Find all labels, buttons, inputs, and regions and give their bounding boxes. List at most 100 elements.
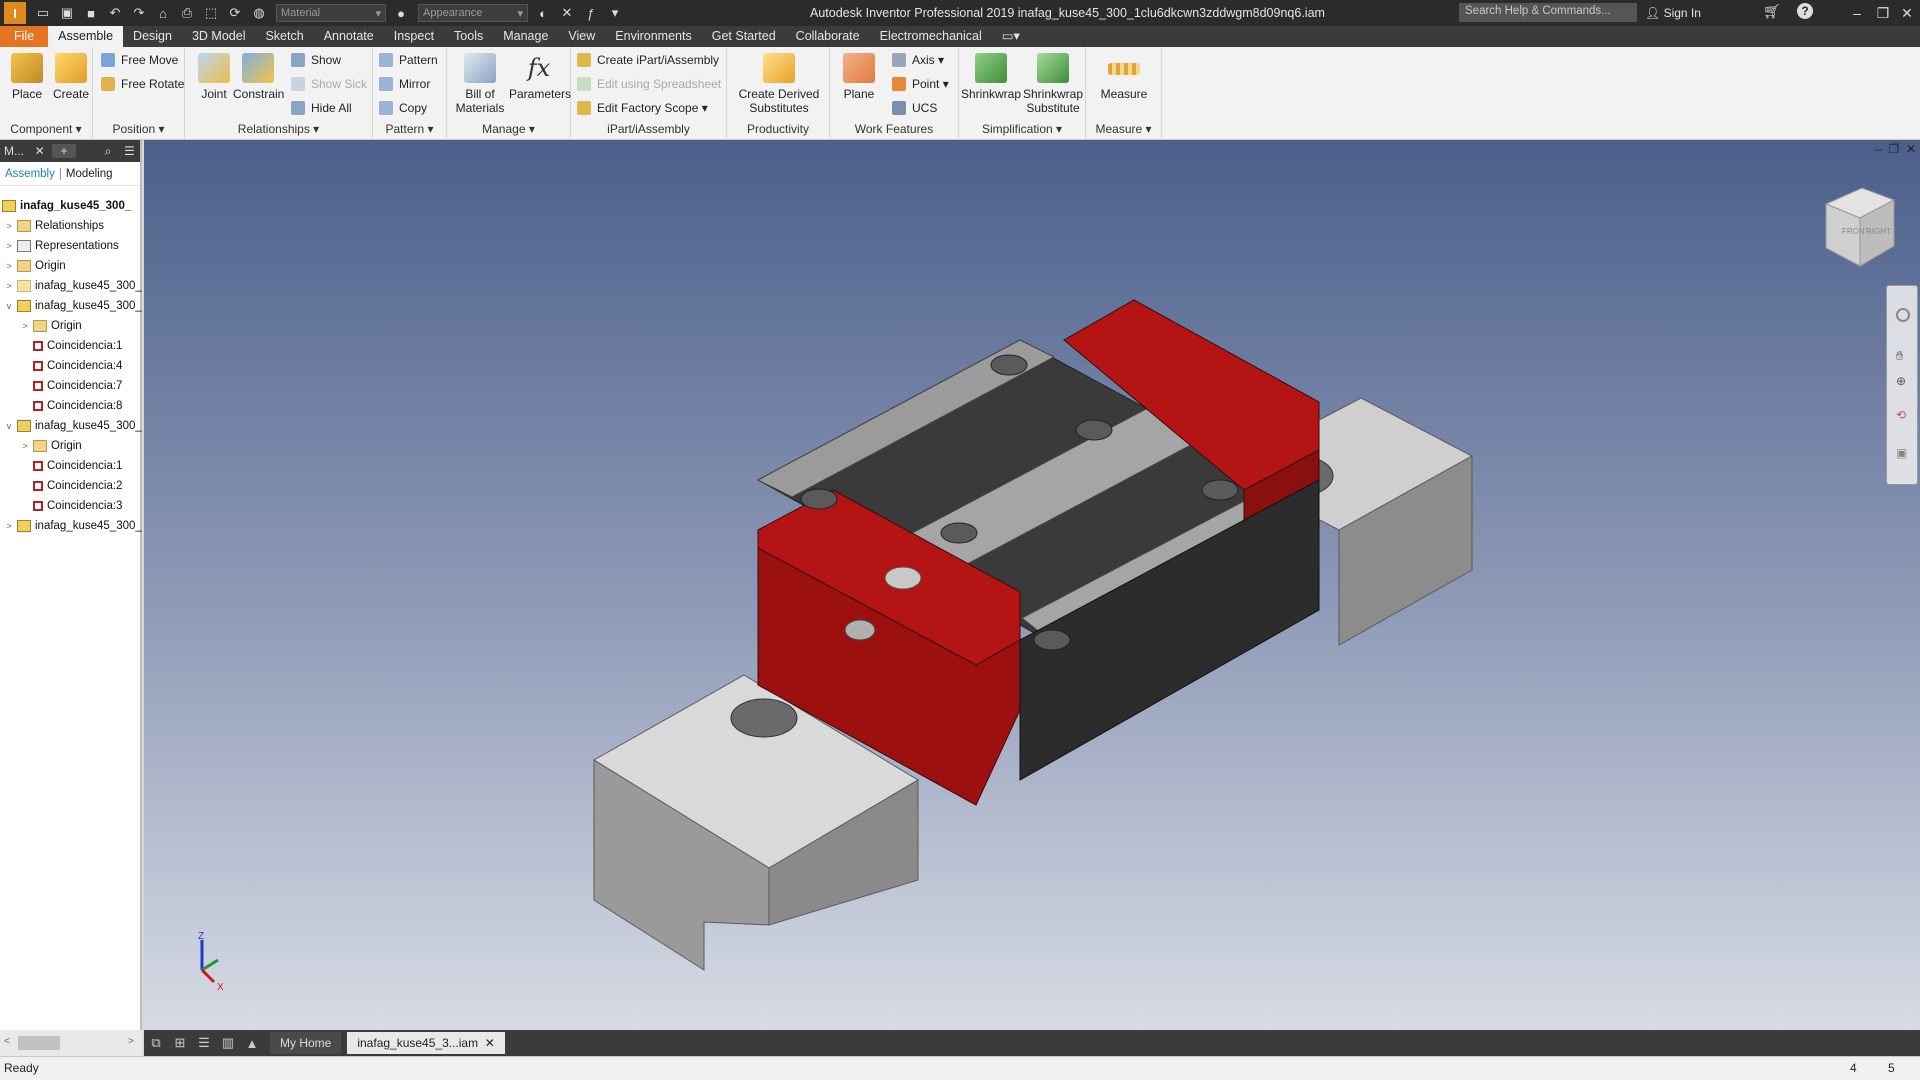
panel-title-manage[interactable]: Manage ▾ xyxy=(447,122,570,138)
tab-design[interactable]: Design xyxy=(123,26,182,47)
close-icon[interactable]: ✕ xyxy=(31,144,48,158)
ucs-button[interactable]: UCS xyxy=(892,98,937,118)
edit-spreadsheet-button[interactable]: Edit using Spreadsheet xyxy=(577,74,721,94)
panel-title-simplification[interactable]: Simplification ▾ xyxy=(959,122,1085,138)
tab-view[interactable]: View xyxy=(558,26,605,47)
clear-icon[interactable]: ✕ xyxy=(556,3,578,23)
tree-item-representations[interactable]: > Representations xyxy=(4,236,119,256)
help-icon[interactable]: ? xyxy=(1797,3,1813,19)
tree-item-constraint[interactable]: Coincidencia:4 xyxy=(33,356,122,376)
tab-inspect[interactable]: Inspect xyxy=(384,26,444,47)
tree-item-origin[interactable]: > Origin xyxy=(20,436,82,456)
tree-item-constraint[interactable]: Coincidencia:1 xyxy=(33,456,122,476)
axis-button[interactable]: Axis ▾ xyxy=(892,50,944,70)
pattern-button[interactable]: Pattern xyxy=(379,50,438,70)
show-sick-button[interactable]: Show Sick xyxy=(291,74,367,94)
tab-sketch[interactable]: Sketch xyxy=(255,26,313,47)
search-icon[interactable]: ⌕ xyxy=(98,144,119,159)
steering-wheel-icon[interactable] xyxy=(1896,308,1910,322)
tab-active-document[interactable]: inafag_kuse45_3...iam ✕ xyxy=(347,1032,505,1054)
web-icon[interactable]: ◍ xyxy=(248,3,270,23)
fx-icon[interactable]: ƒ xyxy=(580,3,602,23)
tree-item-part-1[interactable]: > inafag_kuse45_300_ xyxy=(4,276,142,296)
tree-item-constraint[interactable]: Coincidencia:3 xyxy=(33,496,122,516)
chevron-right-icon[interactable]: > xyxy=(4,256,14,276)
search-help-input[interactable]: Search Help & Commands... xyxy=(1459,3,1637,22)
copy-button[interactable]: Copy xyxy=(379,98,427,118)
tree-item-constraint[interactable]: Coincidencia:8 xyxy=(33,396,122,416)
add-tab-icon[interactable]: + xyxy=(52,144,76,158)
inventor-logo-icon[interactable]: I xyxy=(4,2,26,24)
place-button[interactable]: Place xyxy=(2,51,52,121)
appearance-icon[interactable]: ● xyxy=(390,3,412,23)
update-icon[interactable]: ⟳ xyxy=(224,3,246,23)
show-button[interactable]: Show xyxy=(291,50,341,70)
tile-icon[interactable]: ⊞ xyxy=(168,1035,192,1051)
panel-title-measure[interactable]: Measure ▾ xyxy=(1086,122,1161,138)
plane-button[interactable]: Plane xyxy=(834,51,884,121)
chevron-right-icon[interactable]: > xyxy=(20,316,30,336)
create-derived-substitutes-button[interactable]: Create Derived Substitutes xyxy=(735,51,823,121)
ribbon-display-options-icon[interactable]: ▭▾ xyxy=(992,26,1030,47)
look-at-icon[interactable]: ▣ xyxy=(1896,446,1907,460)
tab-modeling[interactable]: Modeling xyxy=(66,168,113,180)
home-icon[interactable]: ⌂ xyxy=(152,3,174,23)
tile-horizontal-icon[interactable]: ☰ xyxy=(192,1035,216,1051)
orbit-icon[interactable]: ⟲ xyxy=(1896,408,1906,422)
panel-title-relationships[interactable]: Relationships ▾ xyxy=(185,122,372,138)
tab-tools[interactable]: Tools xyxy=(444,26,493,47)
shrinkwrap-substitute-button[interactable]: Shrinkwrap Substitute xyxy=(1021,51,1085,121)
scroll-left-icon[interactable]: < xyxy=(4,1036,10,1047)
close-icon[interactable]: ✕ xyxy=(485,1036,495,1050)
chevron-down-icon[interactable]: v xyxy=(4,416,14,436)
scroll-right-icon[interactable]: > xyxy=(128,1036,134,1047)
scroll-thumb[interactable] xyxy=(18,1036,60,1050)
tab-my-home[interactable]: My Home xyxy=(270,1032,342,1054)
panel-title-pattern[interactable]: Pattern ▾ xyxy=(373,122,446,138)
close-icon[interactable]: ✕ xyxy=(1892,0,1920,26)
arrange-up-icon[interactable]: ▲ xyxy=(240,1036,264,1051)
zoom-icon[interactable]: ⊕ xyxy=(1896,374,1906,388)
tab-get-started[interactable]: Get Started xyxy=(702,26,786,47)
chevron-right-icon[interactable]: > xyxy=(4,276,14,296)
tree-item-constraint[interactable]: Coincidencia:1 xyxy=(33,336,122,356)
browser-scrollbar[interactable]: < > xyxy=(0,1030,142,1056)
material-combo[interactable]: Material ▾ xyxy=(276,4,386,22)
tree-item-part-2[interactable]: v inafag_kuse45_300_ xyxy=(4,296,142,316)
customize-qat-icon[interactable]: ▾ xyxy=(604,3,626,23)
cart-icon[interactable]: 🛒︎ xyxy=(1763,3,1781,20)
open-file-icon[interactable]: ▣ xyxy=(56,3,78,23)
tree-item-part-4[interactable]: > inafag_kuse45_300_ xyxy=(4,516,142,536)
panel-title-position[interactable]: Position ▾ xyxy=(93,122,184,138)
cascade-icon[interactable]: ⧉ xyxy=(144,1035,168,1051)
tab-assembly[interactable]: Assembly xyxy=(5,168,55,180)
chevron-right-icon[interactable]: > xyxy=(4,216,14,236)
tree-root[interactable]: inafag_kuse45_300_ xyxy=(2,196,131,216)
new-file-icon[interactable]: ▭ xyxy=(32,3,54,23)
sign-in-button[interactable]: 👤︎ Sign In xyxy=(1645,3,1701,23)
graphics-viewport[interactable]: – ❐ ✕ FRONT RIGHT ✋︎ ⊕ ⟲ ▣ Z X xyxy=(144,140,1920,1030)
measure-button[interactable]: Measure xyxy=(1096,51,1152,121)
pan-icon[interactable]: ✋︎ xyxy=(1896,348,1903,364)
free-rotate-button[interactable]: Free Rotate xyxy=(101,74,184,94)
tab-file[interactable]: File xyxy=(0,26,49,47)
appearance-combo[interactable]: Appearance ▾ xyxy=(418,4,528,22)
edit-factory-scope-button[interactable]: Edit Factory Scope ▾ xyxy=(577,98,708,118)
save-icon[interactable]: ■ xyxy=(80,3,102,23)
bill-of-materials-button[interactable]: Bill of Materials xyxy=(451,51,509,121)
parameters-button[interactable]: fx Parameters xyxy=(509,51,571,121)
redo-icon[interactable]: ↷ xyxy=(128,3,150,23)
constrain-button[interactable]: Constrain xyxy=(233,51,284,121)
viewcube[interactable]: FRONT RIGHT xyxy=(1820,182,1900,272)
tree-item-origin[interactable]: > Origin xyxy=(20,316,82,336)
chevron-right-icon[interactable]: > xyxy=(4,516,14,536)
tab-environments[interactable]: Environments xyxy=(605,26,701,47)
tree-item-constraint[interactable]: Coincidencia:7 xyxy=(33,376,122,396)
adjust-icon[interactable]: ◐ xyxy=(532,3,554,23)
chevron-down-icon[interactable]: v xyxy=(4,296,14,316)
tree-item-relationships[interactable]: > Relationships xyxy=(4,216,104,236)
tree-item-constraint[interactable]: Coincidencia:2 xyxy=(33,476,122,496)
chevron-right-icon[interactable]: > xyxy=(20,436,30,456)
tab-electromechanical[interactable]: Electromechanical xyxy=(870,26,992,47)
tab-assemble[interactable]: Assemble xyxy=(48,26,124,47)
